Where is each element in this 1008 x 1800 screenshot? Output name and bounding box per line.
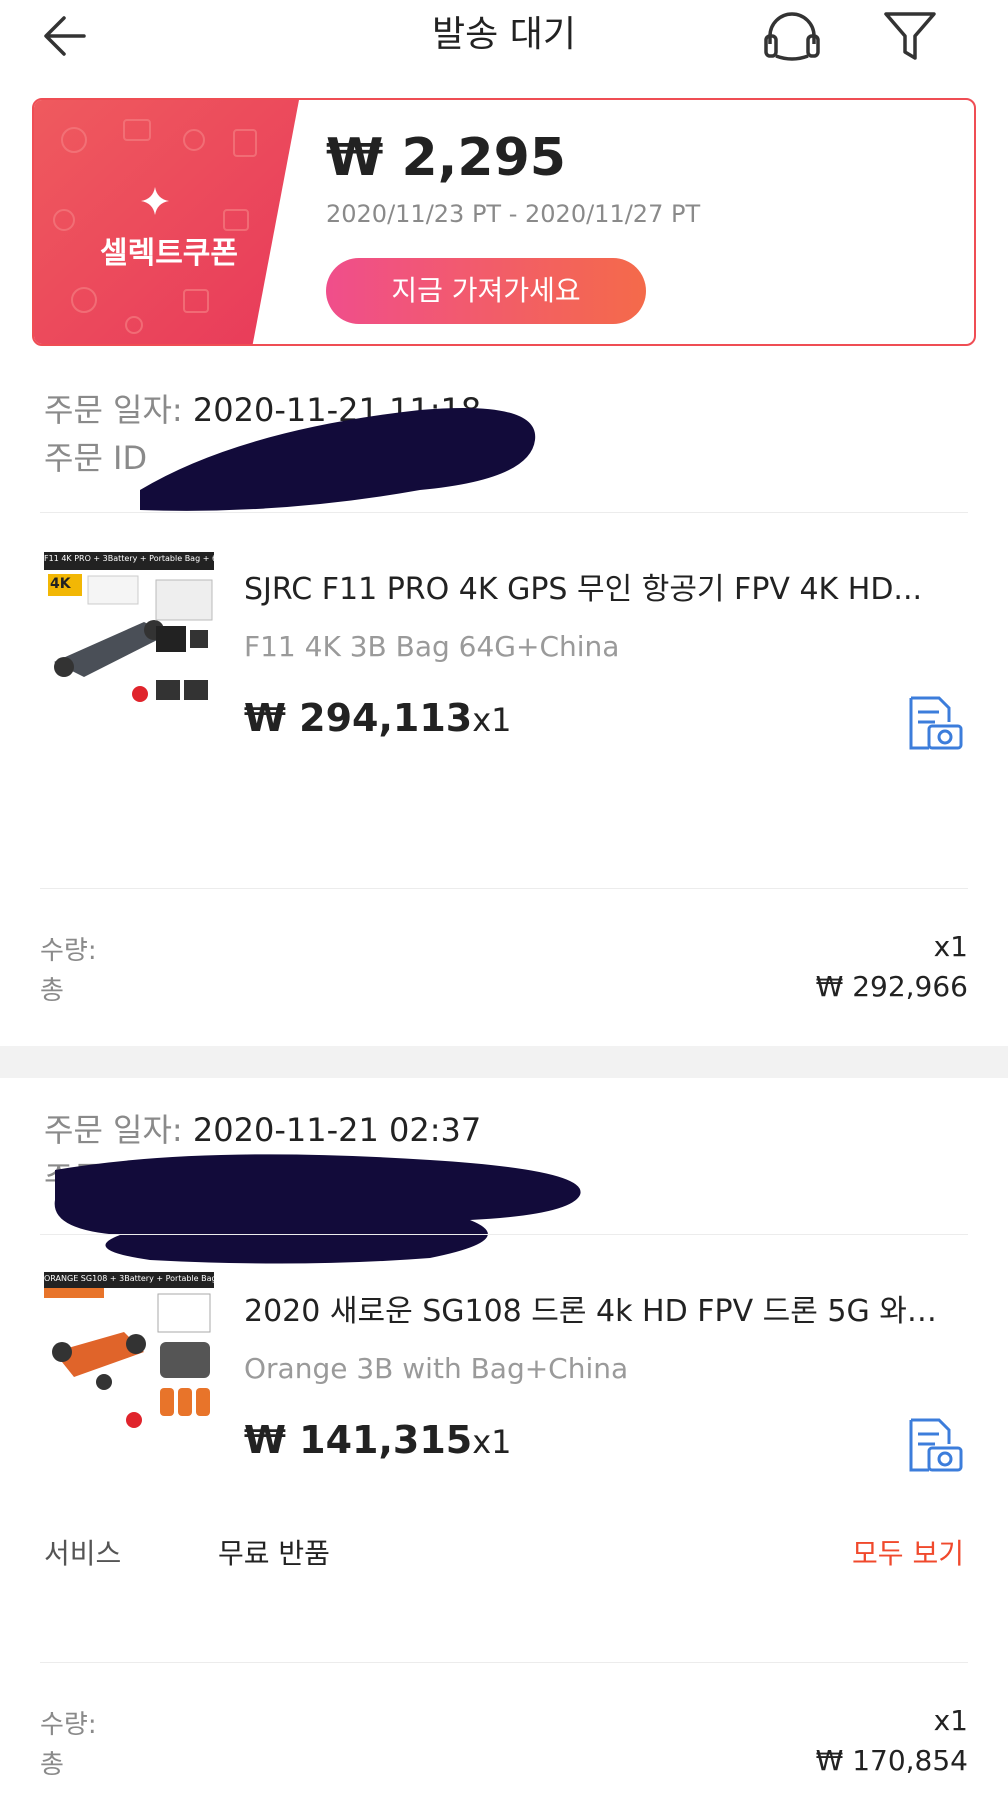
product-thumbnail[interactable]: ORANGE SG108 + 3Battery + Portable Bag [44,1272,214,1436]
qty-label: 수량: [40,936,97,966]
coupon-tag-label: 셀렉트쿠폰 [100,236,238,271]
product-thumbnail[interactable]: F11 4K PRO + 3Battery + Portable Bag + 6… [44,552,214,716]
section-separator [0,1046,1008,1078]
product-price: ₩ 141,315 [244,1418,473,1462]
divider [40,512,968,513]
product-qty: x1 [472,701,512,739]
total-value: ₩ 292,966 [815,970,968,1003]
select-coupon-card: 셀렉트쿠폰 ₩ 2,295 2020/11/23 PT - 2020/11/27… [32,98,976,346]
photo-review-icon[interactable] [905,694,963,752]
redaction-mark [140,408,536,511]
qty-value: x1 [933,930,968,963]
sparkle-icon [140,186,170,216]
headset-icon[interactable] [760,6,824,66]
product-title[interactable]: 2020 새로운 SG108 드론 4k HD FPV 드론 5G 와… [244,1286,964,1330]
service-label: 서비스 [44,1537,122,1570]
see-all-link[interactable]: 모두 보기 [852,1532,964,1572]
service-value: 무료 반품 [218,1537,330,1570]
product-price-row: ₩ 294,113x1 [244,696,512,740]
total-value: ₩ 170,854 [815,1744,968,1777]
qty-value: x1 [933,1704,968,1737]
divider [40,1662,968,1663]
product-variant: Orange 3B with Bag+China [244,1352,629,1385]
filter-icon[interactable] [880,6,940,66]
coupon-validity: 2020/11/23 PT - 2020/11/27 PT [326,200,701,228]
product-price: ₩ 294,113 [244,696,473,740]
divider [40,888,968,889]
total-label: 총 [40,976,64,1006]
product-qty: x1 [472,1423,512,1461]
thumbnail-caption: F11 4K PRO + 3Battery + Portable Bag + 6… [44,554,214,563]
thumbnail-badge: 4K [50,576,71,592]
product-title[interactable]: SJRC F11 PRO 4K GPS 무인 항공기 FPV 4K HD... [244,564,964,608]
qty-label: 수량: [40,1710,97,1740]
product-variant: F11 4K 3B Bag 64G+China [244,630,620,663]
total-label: 총 [40,1750,64,1780]
redaction-mark [54,1154,581,1264]
thumbnail-caption: ORANGE SG108 + 3Battery + Portable Bag [44,1274,214,1283]
coupon-amount: ₩ 2,295 [326,128,566,188]
orders-page: 발송 대기 셀렉트쿠폰 ₩ 2,295 2020/11/23 PT - 2020… [0,0,1008,1800]
divider [40,1234,968,1235]
product-price-row: ₩ 141,315x1 [244,1418,512,1462]
page-title: 발송 대기 [432,14,576,55]
app-header: 발송 대기 [0,0,1008,74]
photo-review-icon[interactable] [905,1416,963,1474]
coupon-tag-panel: 셀렉트쿠폰 [34,100,299,344]
claim-coupon-button[interactable]: 지금 가져가세요 [326,258,646,324]
